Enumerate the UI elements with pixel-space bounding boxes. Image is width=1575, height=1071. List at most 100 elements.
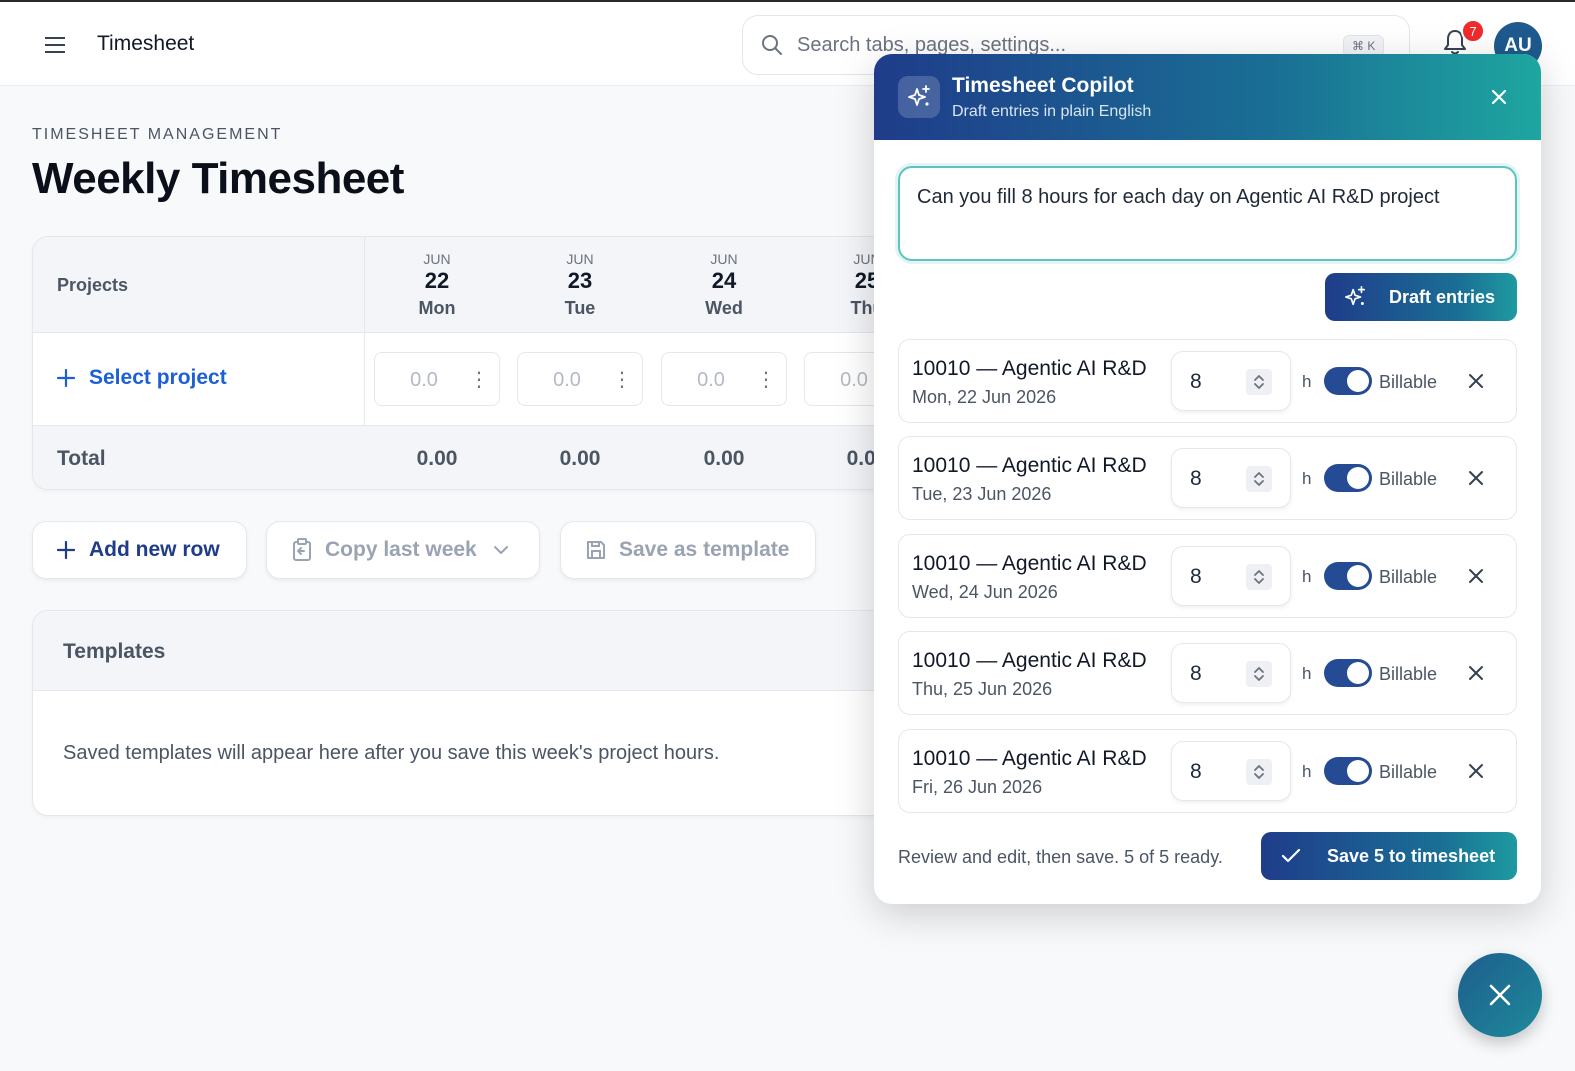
app-title: Timesheet <box>97 32 195 55</box>
remove-entry-button[interactable] <box>1465 760 1487 782</box>
entry-hours-input[interactable] <box>1190 368 1240 396</box>
hours-stepper[interactable] <box>1246 369 1272 395</box>
entry-project: 10010 — Agentic AI R&D <box>912 552 1147 575</box>
hours-unit: h <box>1302 762 1312 781</box>
notification-count-badge: 7 <box>1461 19 1485 43</box>
hours-stepper[interactable] <box>1246 466 1272 492</box>
day-header: JUN 22 Mon <box>382 251 492 319</box>
entry-hours-field <box>1171 643 1291 703</box>
section-eyebrow: TIMESHEET MANAGEMENT <box>32 126 283 143</box>
add-new-row-button[interactable]: Add new row <box>32 521 247 579</box>
stepper-arrows-icon <box>1254 375 1264 389</box>
entry-hours-field <box>1171 546 1291 606</box>
save-icon <box>587 541 605 559</box>
draft-entry: 10010 — Agentic AI R&D Fri, 26 Jun 2026 … <box>898 729 1517 813</box>
close-icon <box>1491 89 1507 105</box>
hours-stepper[interactable] <box>1246 661 1272 687</box>
copilot-title: Timesheet Copilot <box>952 74 1134 97</box>
hours-input[interactable] <box>532 367 602 393</box>
day-date: 23 <box>567 268 593 293</box>
hours-cell: ⋮ <box>374 352 500 406</box>
close-icon <box>1469 666 1483 680</box>
templates-title: Templates <box>63 640 166 663</box>
sparkles-icon <box>898 76 940 118</box>
cell-menu-icon[interactable]: ⋮ <box>469 367 489 393</box>
save-as-template-button[interactable]: Save as template <box>560 521 816 579</box>
entry-hours-input[interactable] <box>1190 758 1240 786</box>
day-header: JUN 23 Tue <box>525 251 635 319</box>
timesheet-grid: Projects JUN 22 Mon JUN 23 Tue JUN 24 We… <box>32 236 932 490</box>
billable-toggle[interactable] <box>1324 757 1372 785</box>
hamburger-menu-button[interactable] <box>38 30 72 60</box>
day-weekday: Wed <box>705 298 743 318</box>
entry-project: 10010 — Agentic AI R&D <box>912 357 1147 380</box>
day-total: 0.00 <box>703 447 745 470</box>
select-project-button[interactable]: Select project <box>57 366 227 390</box>
remove-entry-button[interactable] <box>1465 565 1487 587</box>
entry-project: 10010 — Agentic AI R&D <box>912 747 1147 770</box>
day-total: 0.00 <box>559 447 601 470</box>
select-project-label: Select project <box>89 366 227 389</box>
page-title: Weekly Timesheet <box>32 154 404 203</box>
plus-icon <box>57 541 75 559</box>
billable-toggle[interactable] <box>1324 464 1372 492</box>
cell-menu-icon[interactable]: ⋮ <box>756 367 776 393</box>
hours-unit: h <box>1302 664 1312 683</box>
day-month: JUN <box>423 251 451 267</box>
cell-menu-icon[interactable]: ⋮ <box>612 367 632 393</box>
entry-hours-field <box>1171 741 1291 801</box>
plus-icon <box>57 369 75 387</box>
add-new-row-label: Add new row <box>89 538 220 561</box>
close-icon <box>1489 984 1511 1006</box>
copilot-footer-status: Review and edit, then save. 5 of 5 ready… <box>898 847 1223 867</box>
close-icon <box>1469 764 1483 778</box>
close-icon <box>1469 569 1483 583</box>
entry-hours-input[interactable] <box>1190 660 1240 688</box>
copy-last-week-button[interactable]: Copy last week <box>266 521 540 579</box>
toggle-knob <box>1347 760 1369 782</box>
billable-label: Billable <box>1379 664 1438 684</box>
remove-entry-button[interactable] <box>1465 467 1487 489</box>
entry-hours-field <box>1171 351 1291 411</box>
copilot-close-button[interactable] <box>1486 84 1512 110</box>
hours-cell: ⋮ <box>517 352 643 406</box>
save-to-timesheet-button[interactable]: Save 5 to timesheet <box>1261 832 1517 880</box>
draft-entries-label: Draft entries <box>1389 286 1496 307</box>
billable-label: Billable <box>1379 469 1438 489</box>
day-month: JUN <box>710 251 738 267</box>
check-icon <box>1281 848 1301 863</box>
copilot-prompt-input[interactable]: Can you fill 8 hours for each day on Age… <box>898 166 1517 261</box>
entry-hours-input[interactable] <box>1190 563 1240 591</box>
day-date: 24 <box>711 268 737 293</box>
copilot-toggle-fab[interactable] <box>1458 953 1542 1037</box>
draft-entry: 10010 — Agentic AI R&D Thu, 25 Jun 2026 … <box>898 631 1517 715</box>
toggle-knob <box>1347 467 1369 489</box>
stepper-arrows-icon <box>1254 667 1264 681</box>
hours-unit: h <box>1302 469 1312 488</box>
draft-entries-button[interactable]: Draft entries <box>1325 273 1517 321</box>
entry-hours-input[interactable] <box>1190 465 1240 493</box>
remove-entry-button[interactable] <box>1465 370 1487 392</box>
copilot-panel: Timesheet Copilot Draft entries in plain… <box>874 54 1541 904</box>
hours-unit: h <box>1302 372 1312 391</box>
hours-stepper[interactable] <box>1246 564 1272 590</box>
projects-column-header: Projects <box>57 275 129 295</box>
billable-label: Billable <box>1379 762 1438 782</box>
hours-input[interactable] <box>676 367 746 393</box>
templates-empty-message: Saved templates will appear here after y… <box>63 742 720 764</box>
billable-toggle[interactable] <box>1324 367 1372 395</box>
hours-stepper[interactable] <box>1246 759 1272 785</box>
entry-date: Tue, 23 Jun 2026 <box>912 484 1052 504</box>
billable-toggle[interactable] <box>1324 659 1372 687</box>
hours-input[interactable] <box>389 367 459 393</box>
stepper-arrows-icon <box>1254 472 1264 486</box>
chevron-down-icon <box>493 546 508 554</box>
entry-date: Wed, 24 Jun 2026 <box>912 582 1058 602</box>
billable-label: Billable <box>1379 567 1438 587</box>
draft-entry: 10010 — Agentic AI R&D Tue, 23 Jun 2026 … <box>898 436 1517 520</box>
remove-entry-button[interactable] <box>1465 662 1487 684</box>
billable-toggle[interactable] <box>1324 562 1372 590</box>
draft-entry: 10010 — Agentic AI R&D Mon, 22 Jun 2026 … <box>898 339 1517 423</box>
billable-label: Billable <box>1379 372 1438 392</box>
toggle-knob <box>1347 370 1369 392</box>
